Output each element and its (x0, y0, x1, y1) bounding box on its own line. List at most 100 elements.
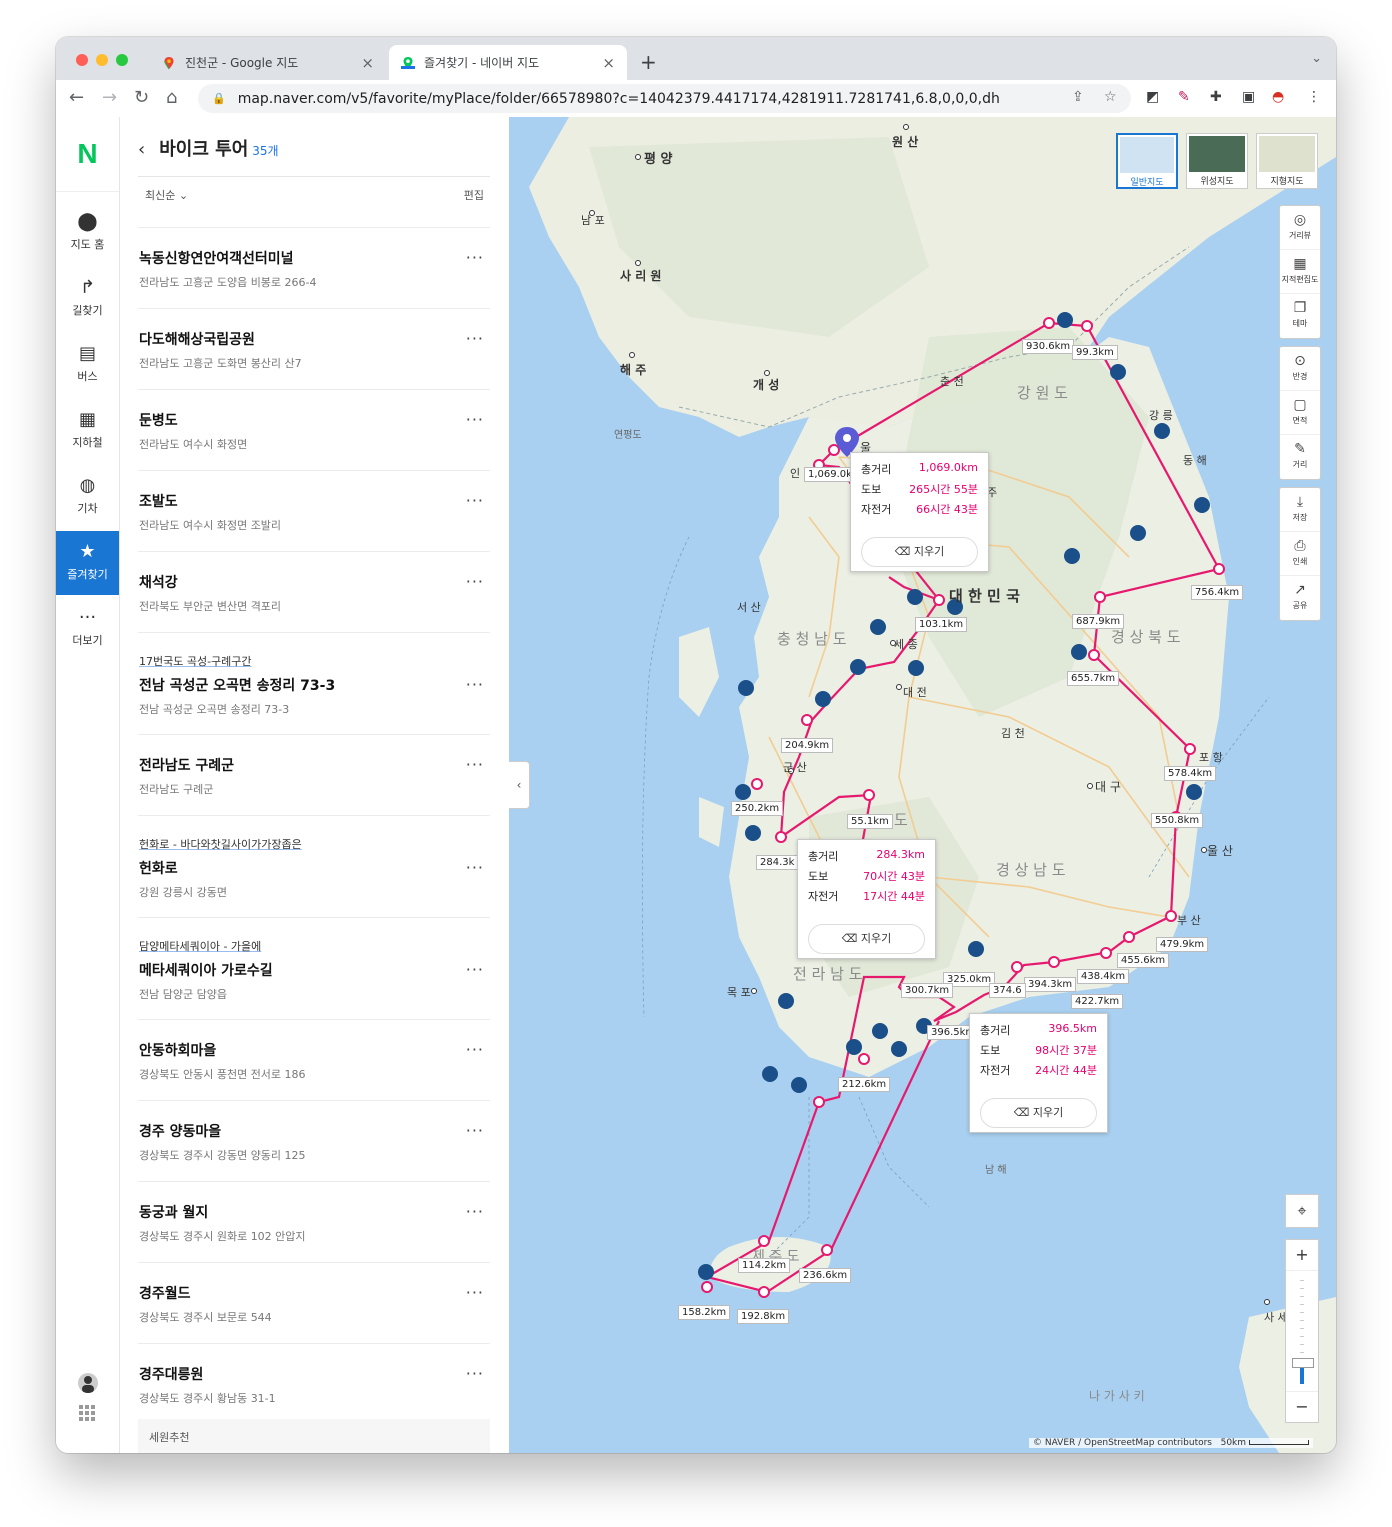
home-icon[interactable]: ⌂ (166, 87, 177, 109)
list-item[interactable]: 둔병도 전라남도 여수시 화정면 ··· (138, 389, 490, 470)
extension-eyedropper-icon[interactable]: ✎ (1178, 89, 1190, 105)
map-place-label: 대 구 (1095, 780, 1121, 794)
list-item[interactable]: 녹동신항연안여객선터미널 전라남도 고흥군 도양읍 비봉로 266-4 ··· (138, 227, 490, 308)
list-item[interactable]: 채석강 전라북도 부안군 변산면 격포리 ··· (138, 551, 490, 632)
map-canvas[interactable]: 평 양 원 산 남 포 사 리 원 해 주 개 성 연평도 춘 천 강 원 도 … (509, 117, 1336, 1453)
tab-search-chevron-icon[interactable]: ⌄ (1311, 51, 1322, 66)
more-options-button[interactable]: ··· (466, 1121, 484, 1140)
clear-route-button[interactable]: ⌫ 지우기 (980, 1098, 1097, 1128)
clear-route-button[interactable]: ⌫ 지우기 (861, 537, 978, 567)
list-item[interactable]: 동궁과 월지 경상북도 경주시 원화로 102 안압지 ··· (138, 1181, 490, 1262)
more-options-button[interactable]: ··· (466, 1283, 484, 1302)
profile-icon[interactable]: ◓ (1272, 89, 1284, 105)
map-place-label: 연평도 (614, 430, 642, 441)
map-type-satellite[interactable]: 위성지도 (1186, 133, 1248, 189)
map-type-normal[interactable]: 일반지도 (1116, 133, 1178, 189)
locate-me-button[interactable]: ⌖ (1285, 1194, 1319, 1228)
more-options-button[interactable]: ··· (466, 960, 484, 979)
more-options-button[interactable]: ··· (466, 572, 484, 591)
reload-icon[interactable]: ↻ (134, 87, 149, 109)
new-tab-button[interactable]: + (640, 50, 657, 74)
tab-naver-favorites[interactable]: 즐겨찾기 - 네이버 지도 × (389, 45, 627, 80)
browser-menu-icon[interactable]: ⋮ (1307, 89, 1321, 105)
list-item[interactable]: 헌화로 - 바다와찻길사이가가장좁은 헌화로 강원 강릉시 강동면 ··· (138, 815, 490, 917)
more-options-button[interactable]: ··· (466, 248, 484, 267)
distance-button[interactable]: ✎ 거리 (1280, 435, 1320, 479)
extensions-puzzle-icon[interactable]: ✚ (1210, 89, 1222, 105)
place-memo: 17번국도 곡성-구례구간 (139, 655, 252, 668)
map-type-terrain[interactable]: 지형지도 (1256, 133, 1318, 189)
list-item[interactable]: 경주대릉원 경상북도 경주시 황남동 31-1 ··· (138, 1343, 490, 1420)
list-item[interactable]: 다도해해상국립공원 전라남도 고흥군 도화면 봉산리 산7 ··· (138, 308, 490, 389)
more-options-button[interactable]: ··· (466, 1040, 484, 1059)
naver-logo[interactable]: N (56, 117, 119, 192)
more-options-button[interactable]: ··· (466, 755, 484, 774)
bookmark-star-icon[interactable]: ☆ (1104, 89, 1117, 105)
collapse-panel-button[interactable]: ‹ (509, 761, 530, 809)
place-name: 동궁과 월지 (139, 1205, 209, 1221)
nav-directions[interactable]: ↱ 길찾기 (56, 267, 119, 331)
map-tools-layers: ◎ 거리뷰 ▦ 지적편집도 ❐ 테마 (1279, 205, 1321, 339)
list-item[interactable]: 조발도 전라남도 여수시 화정면 조발리 ··· (138, 470, 490, 551)
tool-label: 공유 (1292, 601, 1308, 610)
more-options-button[interactable]: ··· (466, 410, 484, 429)
tab-close-icon[interactable]: × (361, 54, 374, 72)
list-item[interactable]: 담양메타세쿼이아 - 가을에 메타세쿼이아 가로수길 전남 담양군 담양읍 ··… (138, 917, 490, 1019)
more-options-button[interactable]: ··· (466, 675, 484, 694)
address-bar[interactable]: 🔒 map.naver.com/v5/favorite/myPlace/fold… (198, 84, 1131, 113)
share-icon[interactable]: ⇪ (1072, 89, 1084, 105)
nav-favorites[interactable]: ★ 즐겨찾기 (56, 531, 119, 595)
forward-arrow-icon[interactable]: → (102, 87, 117, 109)
save-button[interactable]: ⤓ 저장 (1280, 488, 1320, 532)
more-options-button[interactable]: ··· (466, 1202, 484, 1221)
print-button[interactable]: ⎙ 인쇄 (1280, 532, 1320, 576)
apps-grid-icon[interactable] (79, 1405, 95, 1421)
more-options-button[interactable]: ··· (466, 491, 484, 510)
bus-icon: ▤ (78, 343, 96, 364)
minimize-window-button[interactable] (96, 54, 108, 66)
more-options-button[interactable]: ··· (466, 1364, 484, 1383)
back-arrow-icon[interactable]: ← (69, 87, 84, 109)
distance-label: 250.2km (731, 801, 784, 816)
list-item[interactable]: 경주 양동마을 경상북도 경주시 강동면 양동리 125 ··· (138, 1100, 490, 1181)
back-chevron-icon[interactable]: ‹ (138, 139, 145, 160)
radius-button[interactable]: ⊙ 반경 (1280, 347, 1320, 391)
area-button[interactable]: ▢ 면적 (1280, 391, 1320, 435)
nav-subway[interactable]: ▦ 지하철 (56, 399, 119, 463)
zoom-handle[interactable] (1292, 1358, 1314, 1368)
nav-more[interactable]: ··· 더보기 (56, 597, 119, 661)
nav-bus[interactable]: ▤ 버스 (56, 333, 119, 397)
zoom-slider[interactable] (1292, 1280, 1314, 1384)
list-item[interactable]: 전라남도 구례군 전라남도 구례군 ··· (138, 734, 490, 815)
total-distance-label: 총거리 (808, 850, 839, 863)
maximize-window-button[interactable] (116, 54, 128, 66)
crosshair-icon: ⌖ (1297, 1201, 1307, 1220)
tab-google-maps[interactable]: 진천군 - Google 지도 × (150, 45, 386, 80)
url-text[interactable]: map.naver.com/v5/favorite/myPlace/folder… (238, 91, 1000, 107)
avatar[interactable] (78, 1373, 98, 1393)
edit-button[interactable]: 편집 (464, 187, 484, 203)
list-item[interactable]: 안동하회마을 경상북도 안동시 풍천면 전서로 186 ··· (138, 1019, 490, 1100)
close-window-button[interactable] (76, 54, 88, 66)
list-item[interactable]: 경주월드 경상북도 경주시 보문로 544 ··· (138, 1262, 490, 1343)
extension-send-icon[interactable]: ◩ (1146, 89, 1159, 105)
zoom-out-button[interactable]: − (1286, 1391, 1318, 1422)
zoom-in-button[interactable]: + (1286, 1240, 1318, 1271)
more-options-button[interactable]: ··· (466, 858, 484, 877)
side-panel-icon[interactable]: ▣ (1242, 89, 1255, 105)
cadastral-button[interactable]: ▦ 지적편집도 (1280, 250, 1320, 294)
street-view-button[interactable]: ◎ 거리뷰 (1280, 206, 1320, 250)
more-options-button[interactable]: ··· (466, 329, 484, 348)
place-name: 메타세쿼이아 가로수길 (139, 963, 273, 979)
recommend-section[interactable]: 세원추천 (138, 1419, 490, 1453)
sort-dropdown[interactable]: 최신순 ⌄ (145, 187, 188, 203)
tab-close-icon[interactable]: × (602, 54, 615, 72)
nav-map-home[interactable]: ⬤ 지도 홈 (56, 201, 119, 265)
scale-label: 50km (1220, 1438, 1247, 1448)
list-item[interactable]: 17번국도 곡성-구례구간 전남 곡성군 오곡면 송정리 73-3 전남 곡성군… (138, 632, 490, 734)
clear-route-button[interactable]: ⌫ 지우기 (808, 924, 925, 954)
theme-button[interactable]: ❐ 테마 (1280, 294, 1320, 338)
share-button[interactable]: ↗ 공유 (1280, 576, 1320, 620)
place-name: 전남 곡성군 오곡면 송정리 73-3 (139, 678, 336, 694)
nav-train[interactable]: ◍ 기차 (56, 465, 119, 529)
